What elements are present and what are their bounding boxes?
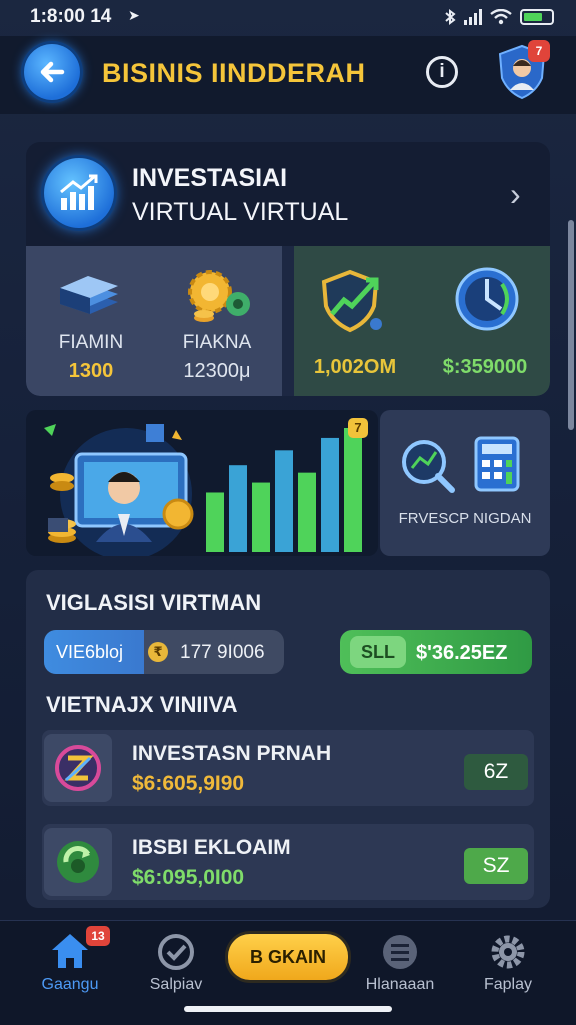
info-button[interactable]: i — [426, 56, 458, 88]
signal-icon — [464, 9, 482, 25]
compass-icon — [455, 267, 519, 331]
status-time: 1:8:00 14 — [30, 6, 112, 27]
banner-bar — [275, 450, 293, 552]
notification-badge: 7 — [528, 40, 550, 62]
banner-bar-chart — [206, 428, 362, 552]
nav-label: Hlanaaan — [365, 976, 435, 993]
stats-tile-right[interactable]: 1,002OM $:359000 — [294, 246, 550, 396]
list-item-amount: $6:095,0I00 — [132, 866, 245, 889]
investment-card-header[interactable]: INVESTASIAI VIRTUAL VIRTUAL › — [26, 142, 550, 246]
list-item-amount: $6:605,9I90 — [132, 772, 245, 795]
stat-value: 1,002OM — [313, 356, 397, 378]
list-item-badge[interactable]: 6Z — [464, 754, 528, 790]
coin-icon: ₹ — [148, 642, 168, 662]
gain-button[interactable]: B GKAIN — [228, 934, 348, 980]
chevron-right-icon[interactable]: › — [510, 176, 521, 213]
report-card[interactable]: FRVESCP NIGDAN — [380, 410, 550, 556]
investment-card[interactable]: INVESTASIAI VIRTUAL VIRTUAL › FIAMIN 130… — [26, 142, 550, 396]
stat-value: 1300 — [68, 360, 114, 382]
stat-label: FIAKNA — [182, 332, 252, 353]
balance-pill-value: 177 9I006 — [180, 642, 265, 663]
list-item-name: IBSBI EKLOAIM — [132, 836, 291, 859]
book-stack-icon — [60, 276, 118, 314]
report-card-label: FRVESCP NIGDAN — [398, 510, 532, 527]
section-title: VIGLASISI VIRTMAN — [46, 590, 262, 615]
nav-item-home[interactable]: 13 Gaangu — [22, 926, 118, 1008]
stat-value: $:359000 — [442, 356, 528, 378]
bluetooth-icon — [445, 9, 456, 25]
nav-label: Gaangu — [41, 976, 99, 993]
arrow-left-icon — [40, 61, 65, 83]
status-icons — [444, 6, 554, 28]
stat-value: 12300μ — [183, 360, 251, 382]
nav-label: Faplay — [483, 976, 533, 993]
growth-chart-icon — [44, 158, 114, 228]
nav-item-check[interactable]: Salpiav — [128, 928, 224, 1008]
list-item[interactable]: IBSBI EKLOAIM $6:095,0I00 SZ — [42, 824, 534, 900]
sell-pill[interactable]: SLL $'36.25EZ — [340, 630, 532, 674]
banner-badge: 7 — [348, 418, 368, 438]
nav-item-list[interactable]: Hlanaaan — [352, 928, 448, 1008]
list-item-name: INVESTASN PRNAH — [132, 742, 332, 765]
stat-label: FIAMIN — [58, 332, 124, 353]
location-icon: ➤ — [128, 7, 140, 23]
scrollbar[interactable] — [568, 220, 574, 430]
banner-bar — [298, 472, 316, 552]
gear-coins-icon — [188, 270, 250, 322]
banner-bar — [321, 437, 339, 552]
list-item-badge[interactable]: SZ — [464, 848, 528, 884]
banner-bar — [206, 492, 224, 552]
gear-icon — [491, 935, 525, 969]
home-indicator[interactable] — [184, 1006, 392, 1012]
sell-tag: SLL — [350, 636, 406, 668]
z-coin-icon — [44, 734, 112, 802]
card-title: INVESTASIAI — [132, 164, 288, 192]
battery-icon — [520, 9, 554, 25]
balance-pill-label: VIE6bloj — [56, 642, 124, 662]
section-title: VIETNAJX VINIIVA — [46, 692, 238, 717]
refresh-coin-icon — [44, 828, 112, 896]
status-bar: 1:8:00 14 ➤ — [0, 0, 576, 34]
sell-pill-value: $'36.25EZ — [416, 642, 508, 664]
calculator-icon — [474, 436, 520, 492]
banner-bar — [252, 482, 270, 552]
nav-badge: 13 — [86, 926, 110, 946]
shield-growth-icon — [321, 269, 382, 333]
check-circle-icon — [158, 934, 194, 970]
page-title: BISINIS IINDDERAH — [102, 58, 366, 88]
banner-bar — [344, 428, 362, 552]
wifi-icon — [490, 9, 512, 25]
stats-tile-left[interactable]: FIAMIN 1300 FIAKNA 12300μ — [26, 246, 282, 396]
search-analytics-icon — [402, 440, 455, 493]
balance-pill[interactable]: VIE6bloj ₹ 177 9I006 — [44, 630, 284, 674]
banner-bar — [229, 465, 247, 552]
list-icon — [383, 935, 417, 969]
nav-label: Salpiav — [149, 976, 203, 993]
promo-banner[interactable]: 7 — [26, 410, 378, 556]
back-button[interactable] — [24, 44, 80, 100]
card-subtitle: VIRTUAL VIRTUAL — [132, 198, 349, 226]
home-icon — [52, 934, 88, 968]
nav-item-settings[interactable]: Faplay — [460, 928, 556, 1008]
list-item[interactable]: INVESTASN PRNAH $6:605,9I90 6Z — [42, 730, 534, 806]
